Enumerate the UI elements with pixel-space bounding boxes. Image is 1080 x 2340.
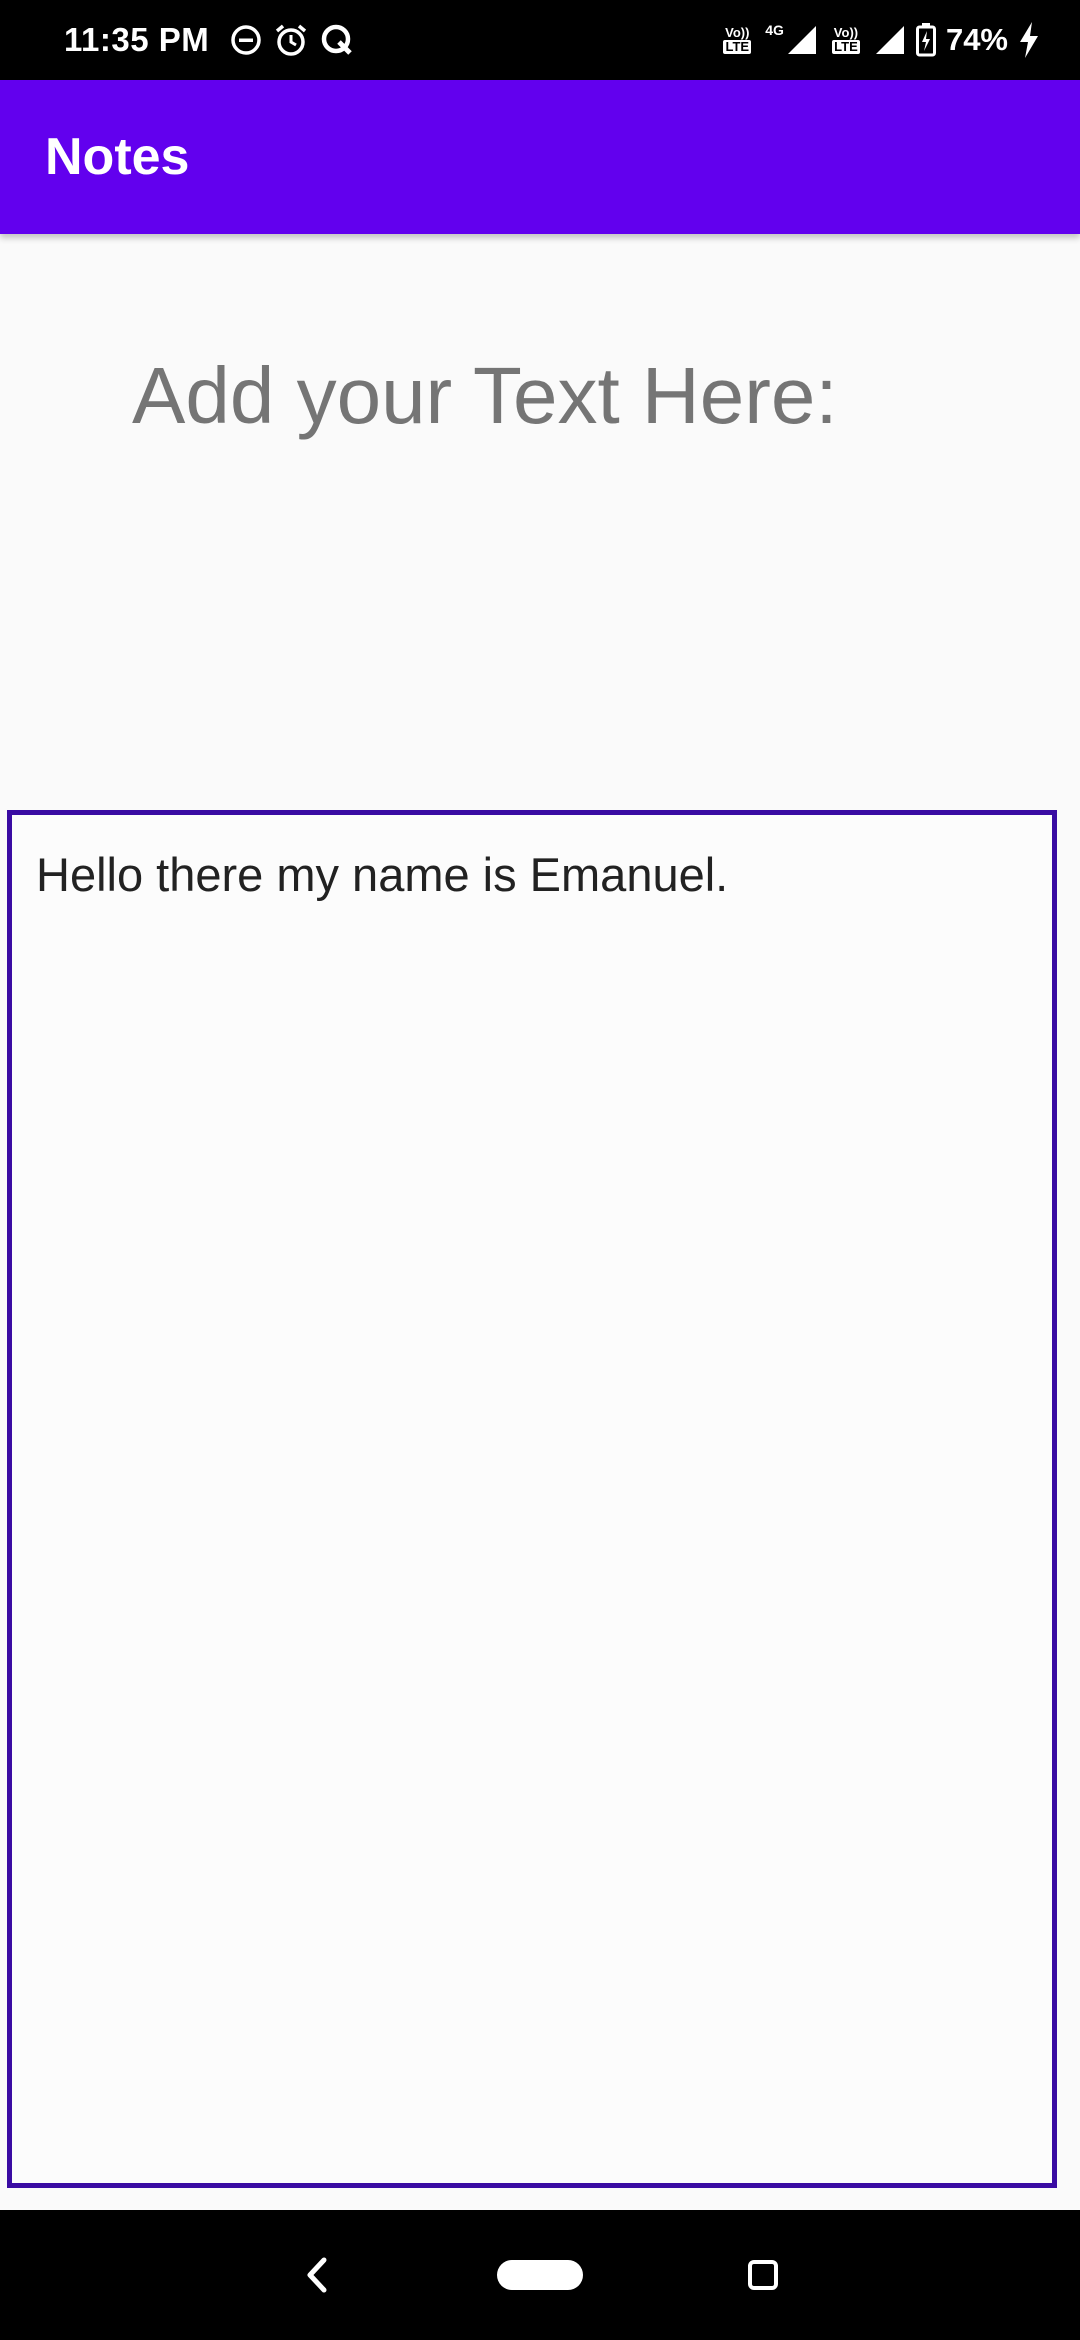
q-app-icon [322,24,353,55]
app-bar: Notes [0,80,1080,234]
network-type-label: 4G [765,22,784,38]
do-not-disturb-icon [231,25,261,55]
lte-label-2: LTE [832,39,860,54]
back-icon[interactable] [298,2254,338,2296]
notes-screen: 11:35 PM Vo)) LTE 4G Vo)) LTE 74% Notes … [0,0,1080,2340]
status-time: 11:35 PM [64,21,210,58]
volte-lte-badge-1: Vo)) LTE [719,23,755,57]
status-right-icons: Vo)) LTE 4G Vo)) LTE 74% [719,22,1040,58]
alarm-icon [276,24,307,56]
battery-percent: 74% [945,22,1008,57]
note-text-area[interactable]: Hello there my name is Emanuel. [7,810,1057,2188]
charging-bolt-icon [1020,22,1038,58]
signal-strength-icon-1 [787,26,816,54]
prompt-heading: Add your Text Here: [132,351,838,440]
battery-icon [915,23,936,57]
signal-strength-icon-2 [875,26,904,54]
volte-lte-badge-2: Vo)) LTE [828,23,864,57]
app-title: Notes [45,128,190,186]
volte-label-2: Vo)) [833,25,859,40]
recents-icon[interactable] [748,2260,778,2290]
status-bar: 11:35 PM Vo)) LTE 4G Vo)) LTE 74% [0,0,1080,80]
system-nav-bar [0,2210,1080,2340]
volte-label: Vo)) [725,25,750,40]
status-left-icons [229,22,355,58]
lte-label: LTE [723,39,752,54]
home-pill-icon[interactable] [497,2260,583,2290]
